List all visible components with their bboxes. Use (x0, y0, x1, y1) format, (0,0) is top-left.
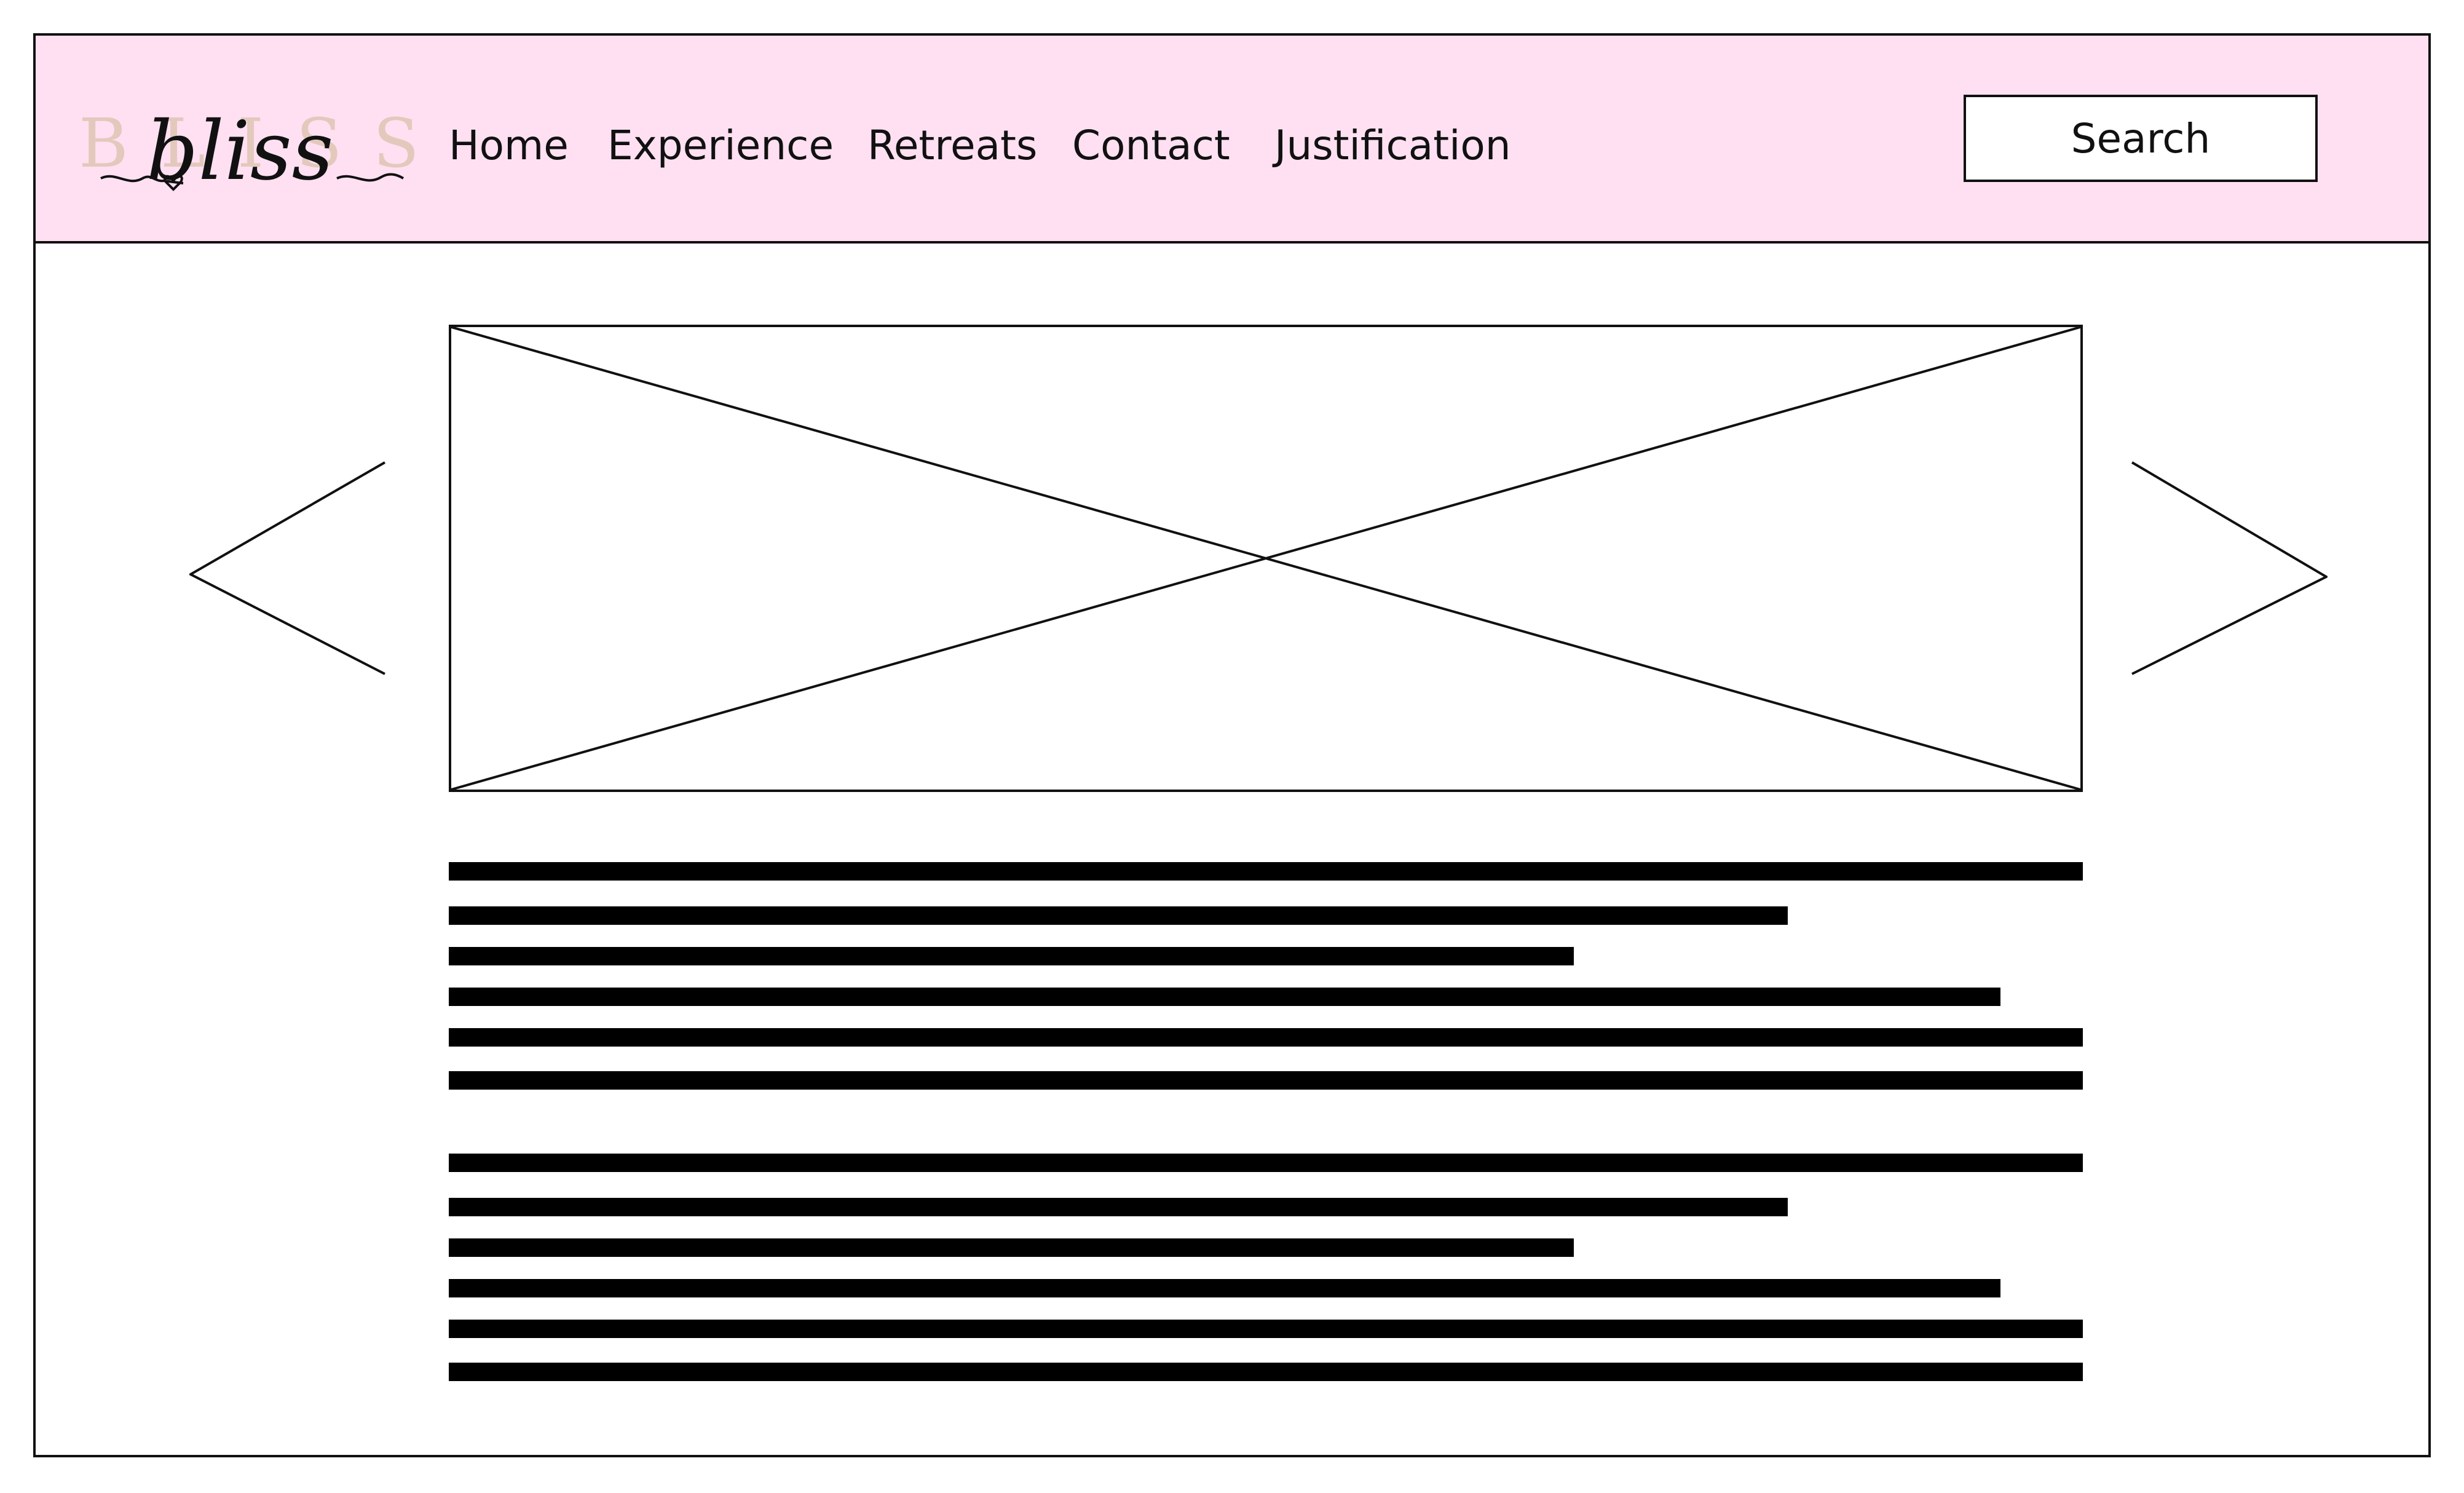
text-placeholder-line (449, 1071, 2083, 1090)
chevron-right-icon[interactable] (2125, 461, 2328, 676)
search-label: Search (2071, 114, 2211, 162)
nav-item-justification[interactable]: Justification (1274, 125, 1511, 166)
text-placeholder-line (449, 1279, 2000, 1297)
text-placeholder-line (449, 1154, 2083, 1172)
nav-item-contact[interactable]: Contact (1072, 125, 1230, 166)
text-placeholder-line (449, 1028, 2083, 1047)
nav-item-experience[interactable]: Experience (607, 125, 834, 166)
image-placeholder-icon (451, 327, 2080, 790)
nav-item-home[interactable]: Home (449, 125, 569, 166)
text-placeholder-line (449, 906, 1788, 925)
text-placeholder-line (449, 988, 2000, 1006)
text-placeholder-line (449, 1320, 2083, 1338)
text-placeholder-line (449, 947, 1574, 965)
text-placeholder-line (449, 862, 2083, 881)
search-button[interactable]: Search (1964, 95, 2318, 182)
text-placeholder-line (449, 1363, 2083, 1381)
text-placeholder-line (449, 1238, 1574, 1257)
page-frame: BLISS bliss Home Experience Retreats Con… (33, 33, 2431, 1457)
text-placeholder-line (449, 1198, 1788, 1216)
carousel-image-placeholder (449, 325, 2083, 792)
chevron-left-icon[interactable] (189, 461, 392, 676)
nav-item-retreats[interactable]: Retreats (867, 125, 1037, 166)
site-header: BLISS bliss Home Experience Retreats Con… (36, 36, 2428, 244)
